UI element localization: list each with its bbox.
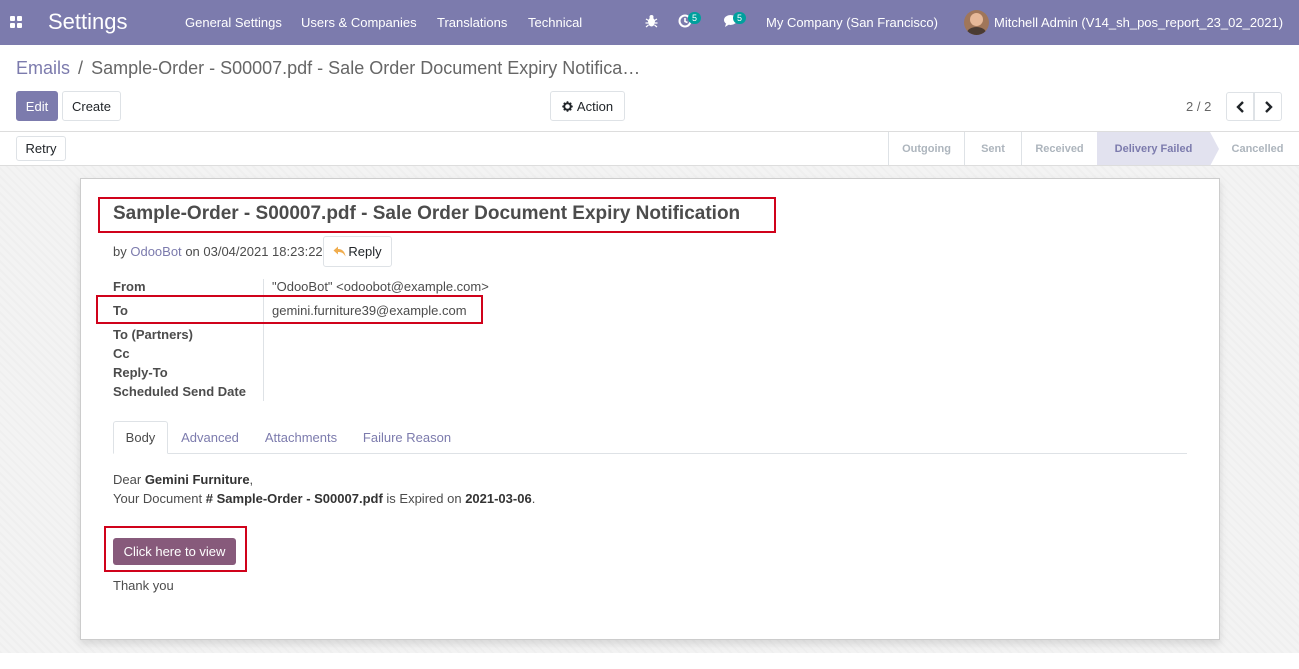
- mail-byline: by OdooBot on 03/04/2021 18:23:22: [113, 244, 323, 259]
- reply-button[interactable]: Reply: [323, 236, 392, 267]
- pager-next-button[interactable]: [1254, 92, 1282, 121]
- menu-general-settings[interactable]: General Settings: [185, 15, 282, 30]
- stage-received[interactable]: Received: [1021, 132, 1097, 166]
- top-navbar: Settings General Settings Users & Compan…: [0, 0, 1299, 45]
- expiry-date: 2021-03-06: [465, 491, 532, 506]
- field-label-cc: Cc: [113, 346, 130, 361]
- gear-icon: [562, 100, 573, 112]
- activity-clock-icon[interactable]: 5: [678, 12, 702, 31]
- greeting-suffix: ,: [249, 472, 254, 487]
- app-title[interactable]: Settings: [48, 9, 128, 35]
- pager-value[interactable]: 2 / 2: [1186, 99, 1211, 114]
- line2-suffix: .: [531, 491, 536, 506]
- mail-date: on 03/04/2021 18:23:22: [185, 244, 323, 259]
- user-avatar[interactable]: [964, 10, 989, 35]
- action-button[interactable]: Action: [550, 91, 625, 121]
- tab-failure-reason[interactable]: Failure Reason: [354, 421, 460, 454]
- tab-body[interactable]: Body: [113, 421, 168, 454]
- field-value-from: "OdooBot" <odoobot@example.com>: [272, 279, 489, 294]
- status-bar: Outgoing Sent Received Delivery Failed C…: [888, 132, 1299, 166]
- line2-middle: is Expired on: [386, 491, 462, 506]
- breadcrumb: Emails / Sample-Order - S00007.pdf - Sal…: [16, 58, 640, 79]
- tab-advanced[interactable]: Advanced: [171, 421, 249, 454]
- field-label-scheduled-send-date: Scheduled Send Date: [113, 384, 246, 399]
- document-name: # Sample-Order - S00007.pdf: [205, 491, 383, 506]
- user-menu[interactable]: Mitchell Admin (V14_sh_pos_report_23_02_…: [994, 15, 1283, 30]
- byline-prefix: by: [113, 244, 127, 259]
- debug-bug-icon[interactable]: [645, 14, 658, 31]
- chevron-right-icon: [1264, 100, 1273, 113]
- messages-chat-icon[interactable]: 5: [723, 12, 747, 31]
- body-greeting: Dear Gemini Furniture,: [113, 472, 253, 487]
- create-button[interactable]: Create: [62, 91, 121, 121]
- apps-menu-icon[interactable]: [10, 16, 22, 28]
- breadcrumb-emails-link[interactable]: Emails: [16, 58, 70, 78]
- menu-users-companies[interactable]: Users & Companies: [301, 15, 417, 30]
- stage-cancelled[interactable]: Cancelled: [1210, 132, 1299, 166]
- action-button-label: Action: [576, 98, 614, 114]
- reply-button-label: Reply: [348, 244, 382, 259]
- reply-arrow-icon: [333, 246, 346, 257]
- pager-previous-button[interactable]: [1226, 92, 1254, 121]
- body-closing: Thank you: [113, 578, 174, 593]
- stage-outgoing[interactable]: Outgoing: [888, 132, 964, 166]
- breadcrumb-current: Sample-Order - S00007.pdf - Sale Order D…: [91, 58, 641, 78]
- chevron-left-icon: [1235, 100, 1245, 113]
- edit-button[interactable]: Edit: [16, 91, 58, 121]
- body-expiry-line: Your Document # Sample-Order - S00007.pd…: [113, 491, 535, 506]
- stage-sent[interactable]: Sent: [964, 132, 1021, 166]
- line2-prefix: Your Document: [113, 491, 203, 506]
- field-label-to: To: [113, 303, 128, 318]
- stage-delivery-failed[interactable]: Delivery Failed: [1097, 132, 1219, 166]
- field-label-reply-to: Reply-To: [113, 365, 168, 380]
- author-link[interactable]: OdooBot: [130, 244, 181, 259]
- company-switcher[interactable]: My Company (San Francisco): [766, 15, 938, 30]
- field-label-from: From: [113, 279, 146, 294]
- field-value-to: gemini.furniture39@example.com: [272, 303, 467, 318]
- click-here-to-view-button[interactable]: Click here to view: [113, 538, 236, 565]
- greeting-prefix: Dear: [113, 472, 142, 487]
- mail-subject: Sample-Order - S00007.pdf - Sale Order D…: [113, 203, 741, 224]
- breadcrumb-separator: /: [78, 58, 84, 78]
- tab-attachments[interactable]: Attachments: [256, 421, 346, 454]
- customer-name: Gemini Furniture: [144, 472, 250, 487]
- field-label-to-partners: To (Partners): [113, 327, 193, 342]
- activity-count-badge: 5: [688, 12, 702, 24]
- retry-button[interactable]: Retry: [16, 136, 66, 161]
- menu-translations[interactable]: Translations: [437, 15, 507, 30]
- menu-technical[interactable]: Technical: [528, 15, 582, 30]
- messages-count-badge: 5: [733, 12, 747, 24]
